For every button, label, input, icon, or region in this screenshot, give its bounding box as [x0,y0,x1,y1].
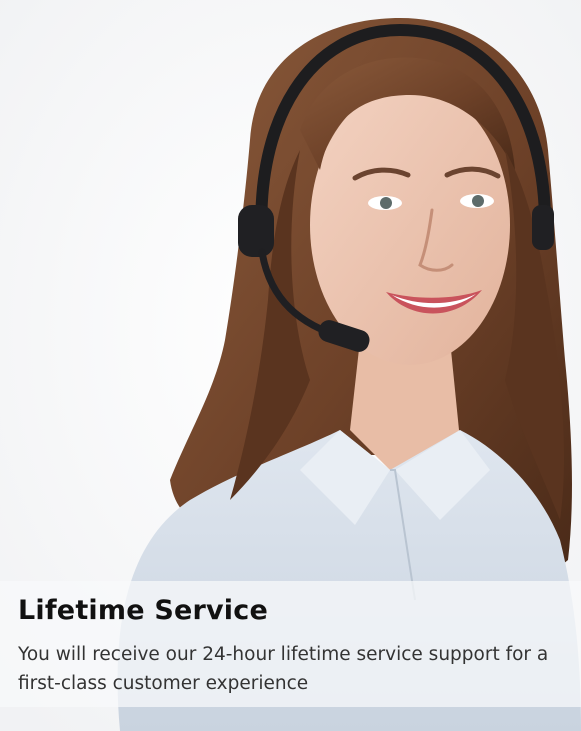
card-title: Lifetime Service [18,595,268,626]
card-description: You will receive our 24-hour lifetime se… [18,644,549,694]
service-card: Lifetime Service You will receive our 24… [0,0,581,731]
